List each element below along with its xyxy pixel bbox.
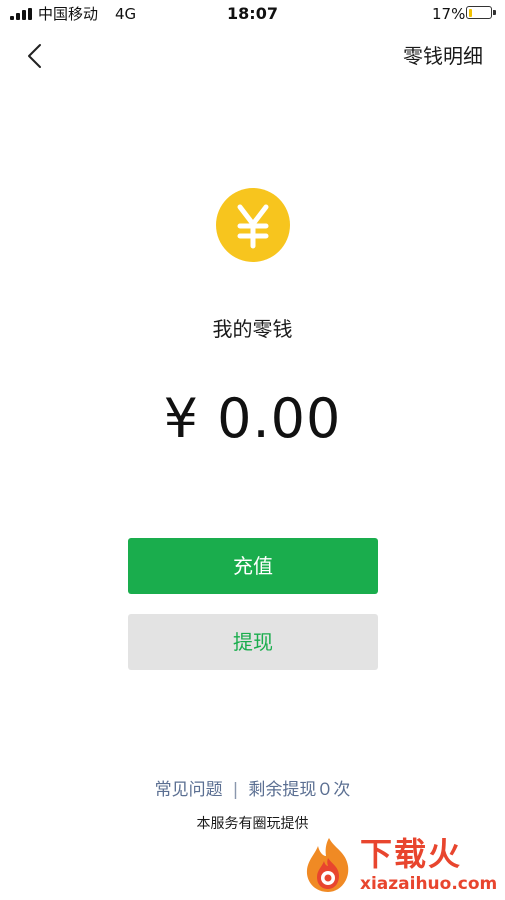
footer-links: 常见问题 | 剩余提现０次 (0, 778, 505, 802)
status-bar: 中国移动 4G 18:07 17% (0, 0, 505, 28)
battery-icon (466, 6, 496, 19)
faq-link[interactable]: 常见问题 (155, 780, 223, 800)
back-button[interactable] (20, 40, 52, 72)
service-provider-text: 本服务有圈玩提供 (196, 816, 309, 832)
watermark-domain: xiazaihuo.com (360, 874, 498, 894)
yuan-coin-icon (216, 188, 290, 262)
transaction-details-link[interactable]: 零钱明细 (403, 43, 483, 69)
flame-logo-icon (306, 838, 349, 892)
footer-separator: | (232, 780, 239, 800)
battery-percentage: 17% (432, 5, 466, 23)
remaining-withdrawals-link[interactable]: 剩余提现０次 (248, 780, 350, 800)
recharge-button[interactable]: 充值 (128, 538, 378, 594)
balance-label: 我的零钱 (212, 317, 293, 341)
withdraw-button[interactable]: 提现 (128, 614, 378, 670)
watermark-title: 下载火 (360, 835, 463, 873)
watermark: 下载火 xiazaihuo.com (298, 834, 503, 896)
chevron-left-icon (28, 44, 41, 68)
status-time: 18:07 (227, 4, 278, 23)
balance-amount: ¥ 0.00 (163, 387, 342, 450)
battery-fill (468, 8, 472, 17)
